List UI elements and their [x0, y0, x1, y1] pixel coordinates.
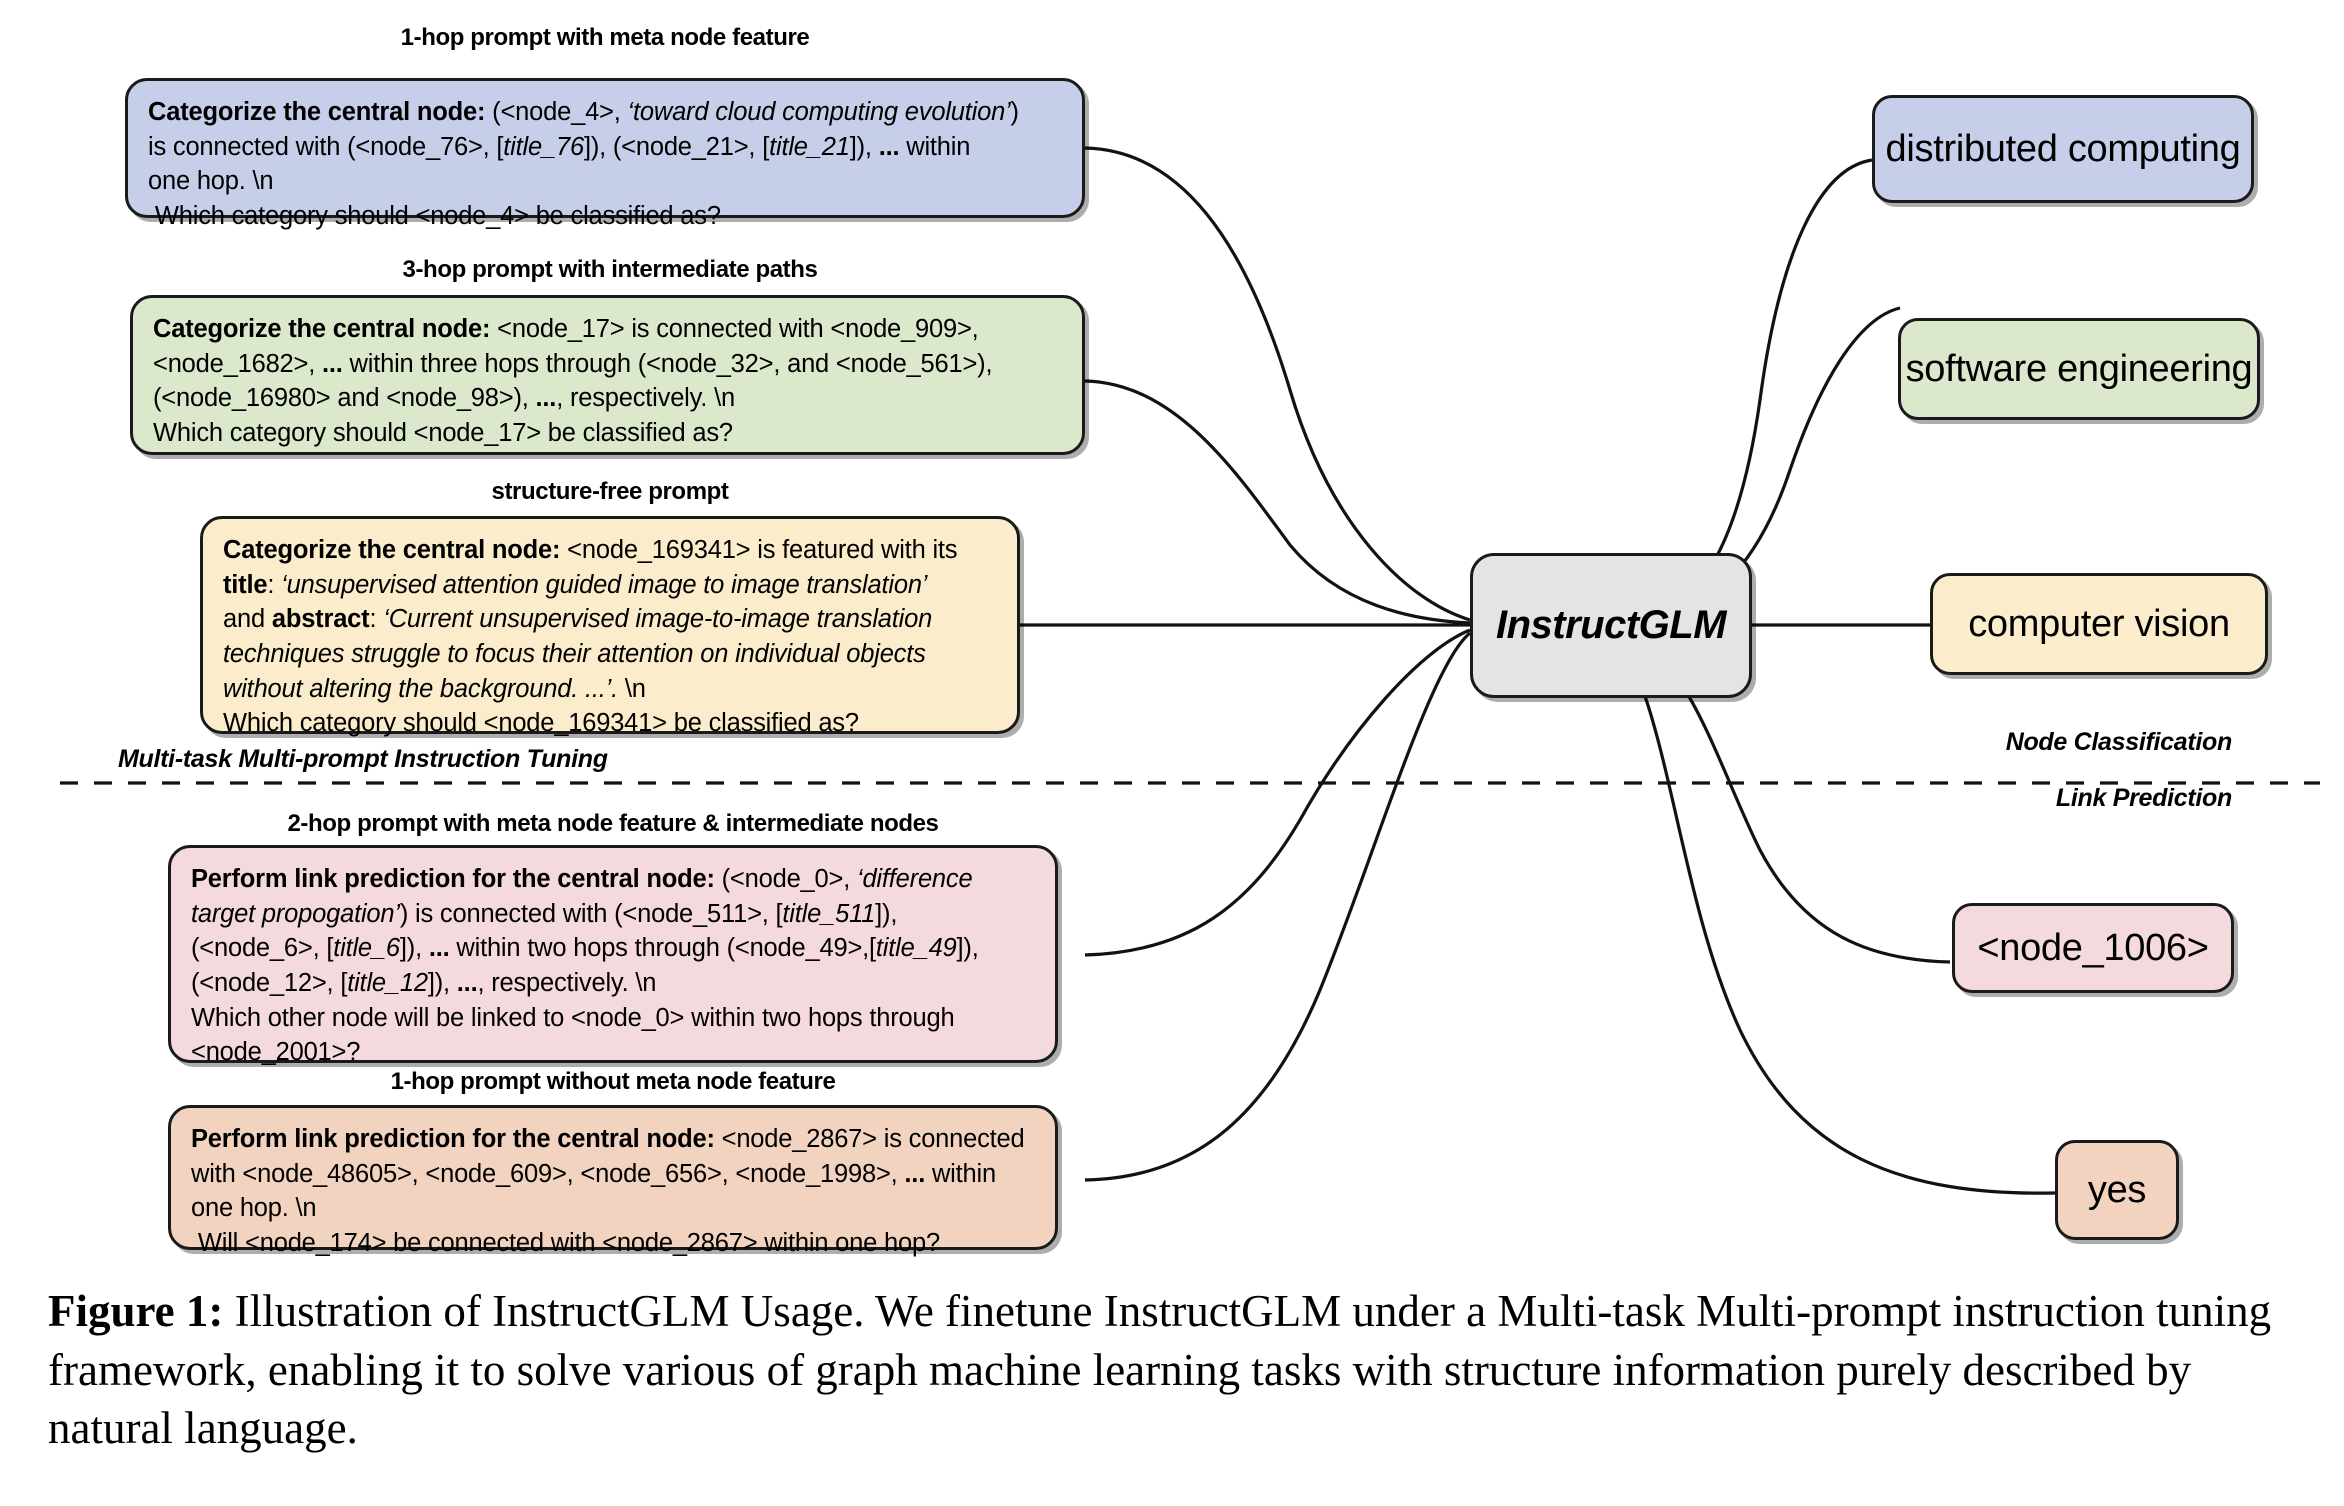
prompt-line: Categorize the central node: <node_16934… — [223, 536, 958, 564]
figure-caption: Figure 1: Illustration of InstructGLM Us… — [48, 1282, 2310, 1458]
edge-prompt1-model — [1084, 146, 1471, 622]
prompt-line: <node_1682>, ... within three hops throu… — [153, 349, 993, 378]
edge-prompt2-model — [1084, 379, 1471, 625]
edge-prompt4-model — [1084, 628, 1471, 957]
edge-model-distributed-computing — [1629, 158, 1873, 622]
prompt-caption-two-hop-meta-intermediate: 2-hop prompt with meta node feature & in… — [287, 810, 939, 837]
answer-box-distributed-computing[interactable]: distributed computing — [1872, 95, 2254, 203]
model-node-instructglm[interactable]: InstructGLM — [1470, 553, 1752, 698]
prompt-line: Categorize the central node: <node_17> i… — [153, 315, 979, 343]
prompt-caption-structure-free: structure-free prompt — [491, 478, 729, 505]
prompt-line: one hop. \n — [191, 1194, 317, 1223]
prompt-line: (<node_16980> and <node_98>), ..., respe… — [153, 384, 735, 413]
prompt-box-one-hop-meta[interactable]: Categorize the central node: (<node_4>, … — [125, 78, 1085, 230]
prompt-line: (<node_6>, [title_6]), ... within two ho… — [191, 934, 979, 963]
prompt-line: without altering the background. ...’. \… — [223, 674, 646, 703]
answer-box-computer-vision[interactable]: computer vision — [1930, 573, 2268, 675]
task-label-node-classification: Node Classification — [2005, 728, 2233, 756]
prompt-caption-three-hop-paths: 3-hop prompt with intermediate paths — [402, 256, 818, 283]
figure-caption-label: Figure 1: — [48, 1286, 224, 1336]
figure-canvas: 1-hop prompt with meta node feature Cate… — [0, 0, 2344, 1260]
answer-box-yes[interactable]: yes — [2055, 1140, 2179, 1240]
prompt-line: target propogation’) is connected with (… — [191, 899, 898, 928]
prompt-line: <node_2001>? — [191, 1038, 361, 1067]
model-node-label: InstructGLM — [1495, 603, 1727, 647]
answer-label: computer vision — [1968, 602, 2230, 645]
divider-label: Multi-task Multi-prompt Instruction Tuni… — [118, 745, 608, 773]
answer-box-software-engineering[interactable]: software engineering — [1898, 318, 2260, 420]
prompt-line: Categorize the central node: (<node_4>, … — [148, 98, 1019, 126]
answer-label: distributed computing — [1885, 127, 2241, 170]
figure-caption-text: Illustration of InstructGLM Usage. We fi… — [48, 1286, 2272, 1453]
answer-label: software engineering — [1905, 347, 2253, 390]
prompt-line: with <node_48605>, <node_609>, <node_656… — [191, 1159, 996, 1188]
prompt-line: Perform link prediction for the central … — [191, 1125, 1025, 1153]
prompt-line: Which category should <node_17> be class… — [153, 419, 733, 448]
prompt-line: is connected with (<node_76>, [title_76]… — [148, 132, 971, 161]
prompt-line: Which category should <node_4> be classi… — [148, 202, 721, 231]
edge-prompt5-model — [1084, 631, 1472, 1182]
prompt-line: one hop. \n — [148, 167, 274, 196]
prompt-line: (<node_12>, [title_12]), ..., respective… — [191, 969, 657, 998]
prompt-caption-one-hop-meta: 1-hop prompt with meta node feature — [400, 24, 810, 51]
task-label-link-prediction: Link Prediction — [2055, 784, 2232, 812]
prompt-box-three-hop-paths[interactable]: Categorize the central node: <node_17> i… — [130, 295, 1085, 455]
answer-label: <node_1006> — [1977, 926, 2209, 969]
prompt-line: and abstract: ‘Current unsupervised imag… — [223, 605, 933, 634]
prompt-box-one-hop-no-meta[interactable]: Perform link prediction for the central … — [168, 1105, 1058, 1257]
prompt-line: Perform link prediction for the central … — [191, 865, 973, 893]
prompt-box-structure-free[interactable]: Categorize the central node: <node_16934… — [200, 516, 1020, 737]
prompt-line: Which other node will be linked to <node… — [191, 1003, 955, 1032]
prompt-line: Will <node_174> be connected with <node_… — [191, 1229, 940, 1258]
prompt-caption-one-hop-no-meta: 1-hop prompt without meta node feature — [390, 1068, 836, 1095]
answer-label: yes — [2087, 1168, 2147, 1211]
prompt-box-two-hop-meta-intermediate[interactable]: Perform link prediction for the central … — [168, 845, 1058, 1066]
answer-box-node-1006[interactable]: <node_1006> — [1952, 903, 2234, 993]
prompt-line: title: ‘unsupervised attention guided im… — [223, 570, 928, 599]
prompt-line: techniques struggle to focus their atten… — [223, 640, 926, 669]
prompt-line: Which category should <node_169341> be c… — [223, 709, 859, 738]
